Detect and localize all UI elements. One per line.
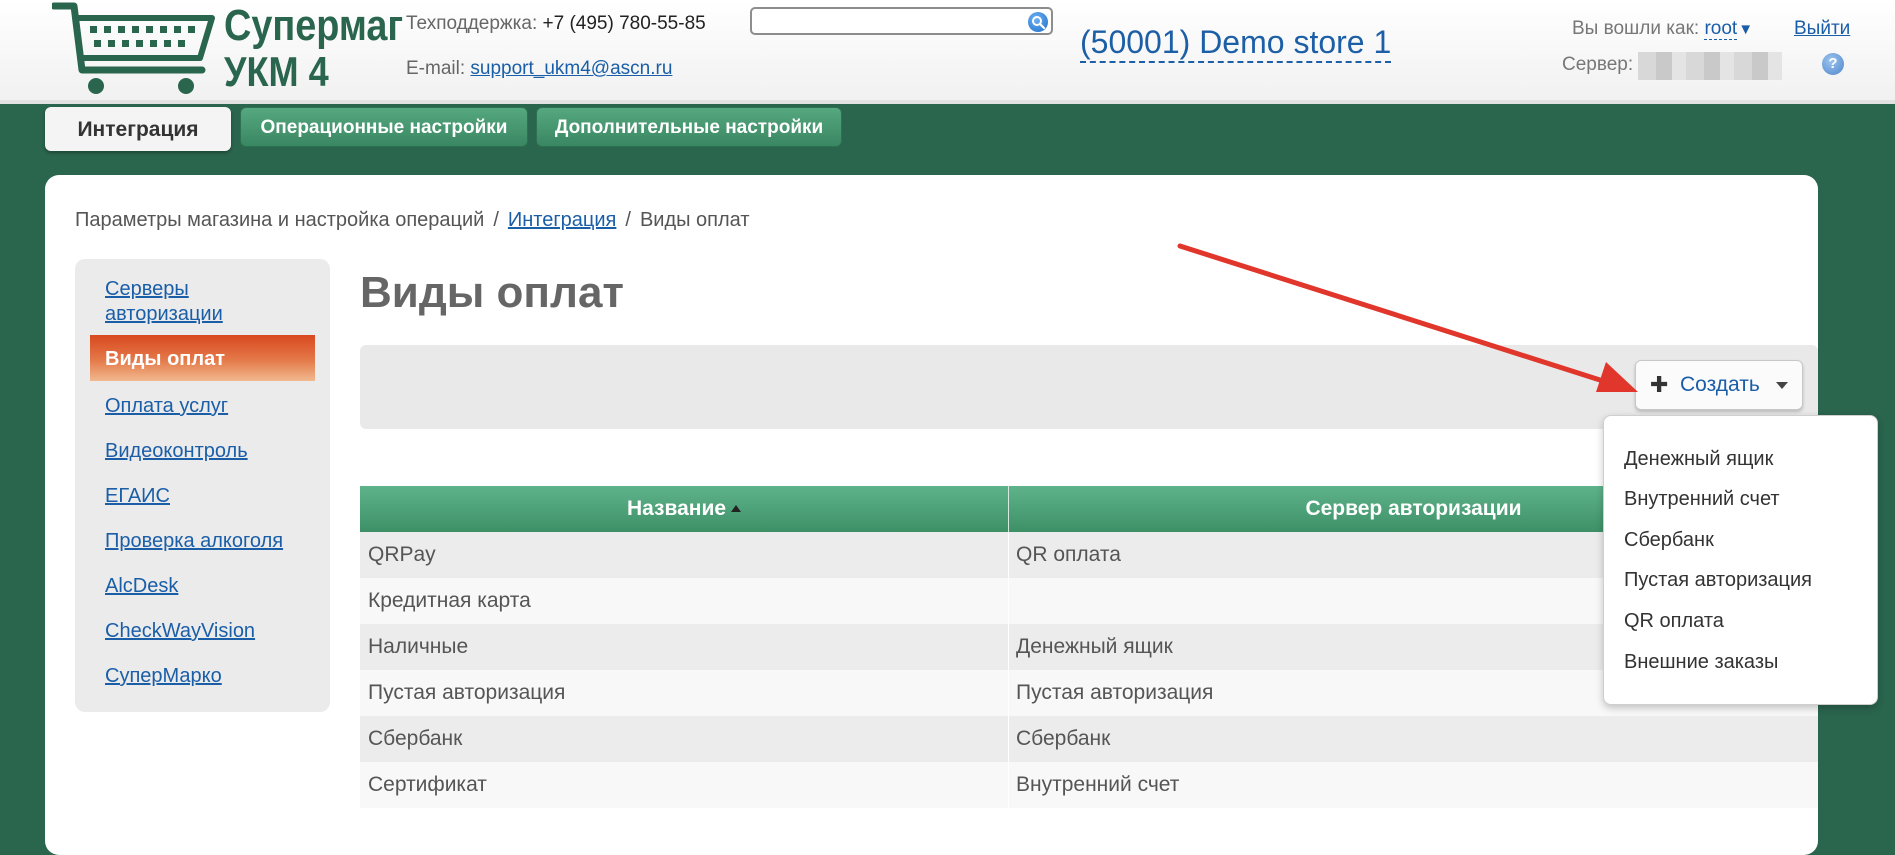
table-row[interactable]: Сертификат Внутренний счет <box>360 762 1818 808</box>
sidebar-item-supermarko[interactable]: СуперМарко <box>105 664 222 689</box>
sidebar-item-alcohol-check[interactable]: Проверка алкоголя <box>105 529 283 554</box>
sidebar-item-video-control[interactable]: Видеоконтроль <box>105 439 248 464</box>
email-label: E-mail: <box>406 58 466 79</box>
sort-asc-icon <box>731 505 742 512</box>
table-row[interactable]: Пустая авторизация Пустая авторизация <box>360 670 1818 716</box>
logo-line1: Супермаг <box>224 1 404 50</box>
sidebar-item-service-payment[interactable]: Оплата услуг <box>105 394 228 419</box>
menu-item-empty-auth[interactable]: Пустая авторизация <box>1624 569 1812 592</box>
table-cell-auth-server: Пустая авторизация <box>1016 681 1214 704</box>
store-selector[interactable]: (50001) Demo store 1 <box>1080 24 1392 63</box>
table-row[interactable]: Сбербанк Сбербанк <box>360 716 1818 762</box>
email-row: E-mail: support_ukm4@ascn.ru <box>406 58 672 80</box>
tab-operational-settings[interactable]: Операционные настройки <box>240 107 528 147</box>
email-link[interactable]: support_ukm4@ascn.ru <box>470 58 672 79</box>
tab-integration[interactable]: Интеграция <box>45 107 231 151</box>
plus-icon: ✚ <box>1650 372 1669 397</box>
breadcrumb: Параметры магазина и настройка операций /… <box>75 209 750 232</box>
table-cell-auth-server <box>1008 578 1016 624</box>
breadcrumb-item-integration[interactable]: Интеграция <box>508 209 616 231</box>
table-cell-auth-server: Денежный ящик <box>1016 635 1173 658</box>
table-cell-name: Кредитная карта <box>368 589 531 612</box>
sidebar-item-alcdesk[interactable]: AlcDesk <box>105 574 178 599</box>
column-header-name[interactable]: Название <box>360 486 1008 532</box>
breadcrumb-separator: / <box>625 209 631 231</box>
search-input[interactable] <box>750 7 1053 35</box>
logo-line2: УКМ 4 <box>224 48 329 95</box>
caret-down-icon <box>1776 382 1788 389</box>
menu-item-external-orders[interactable]: Внешние заказы <box>1624 651 1778 674</box>
support-phone: +7 (495) 780-55-85 <box>542 13 706 34</box>
menu-item-sberbank[interactable]: Сбербанк <box>1624 529 1714 552</box>
table-cell-name: Сбербанк <box>368 727 463 750</box>
toolbar <box>360 345 1818 429</box>
table-cell-auth-server: Сбербанк <box>1016 727 1111 750</box>
table-cell-auth-server: QR оплата <box>1016 543 1121 566</box>
table-cell-name: Пустая авторизация <box>368 681 566 704</box>
table-cell-name: Сертификат <box>368 773 487 796</box>
table-row[interactable]: QRPay QR оплата <box>360 532 1818 578</box>
sidebar-item-auth-servers[interactable]: Серверы авторизации <box>105 277 305 327</box>
table-cell-auth-server: Внутренний счет <box>1016 773 1180 796</box>
logo-text: Супермаг УКМ 4 <box>224 4 432 93</box>
table-row[interactable]: Кредитная карта <box>360 578 1818 624</box>
header: Супермаг УКМ 4 Техподдержка: +7 (495) 78… <box>0 0 1895 104</box>
table-cell-name: Наличные <box>368 635 469 658</box>
breadcrumb-item-store-params: Параметры магазина и настройка операций <box>75 209 485 231</box>
search-icon[interactable] <box>1028 12 1048 32</box>
shopping-cart-icon <box>52 2 215 94</box>
user-dropdown-icon[interactable]: ▼ <box>1738 21 1753 38</box>
help-icon[interactable]: ? <box>1822 53 1844 75</box>
logged-in-label: Вы вошли как: <box>1572 18 1700 39</box>
user-menu[interactable]: root <box>1704 18 1738 40</box>
column-header-name-label: Название <box>626 497 727 520</box>
menu-item-cash-drawer[interactable]: Денежный ящик <box>1624 448 1773 471</box>
create-button-label: Создать <box>1680 373 1760 396</box>
logo[interactable]: Супермаг УКМ 4 <box>52 2 403 96</box>
page-title: Виды оплат <box>360 268 624 317</box>
support-phone-row: Техподдержка: +7 (495) 780-55-85 <box>406 13 706 35</box>
create-button[interactable]: ✚ Создать <box>1635 360 1803 410</box>
support-label: Техподдержка: <box>406 13 538 34</box>
breadcrumb-separator: / <box>493 209 499 231</box>
table-header: Название Сервер авторизации <box>360 486 1818 532</box>
server-value-blurred <box>1638 52 1782 80</box>
table-row[interactable]: Наличные Денежный ящик <box>360 624 1818 670</box>
tab-additional-settings[interactable]: Дополнительные настройки <box>536 107 842 147</box>
logout-link[interactable]: Выйти <box>1794 18 1850 40</box>
sidebar-item-checkwayvision[interactable]: CheckWayVision <box>105 619 255 644</box>
sidebar-item-payment-types[interactable]: Виды оплат <box>90 335 315 381</box>
menu-item-qr-payment[interactable]: QR оплата <box>1624 610 1724 633</box>
menu-item-internal-account[interactable]: Внутренний счет <box>1624 488 1780 511</box>
breadcrumb-item-current: Виды оплат <box>639 209 750 231</box>
table-cell-name: QRPay <box>368 543 436 566</box>
server-label: Сервер: <box>1562 54 1634 75</box>
logged-in-row: Вы вошли как: root▼ <box>1572 18 1753 40</box>
create-dropdown-menu: Денежный ящик Внутренний счет Сбербанк П… <box>1603 415 1878 705</box>
sidebar-item-egais[interactable]: ЕГАИС <box>105 484 170 509</box>
